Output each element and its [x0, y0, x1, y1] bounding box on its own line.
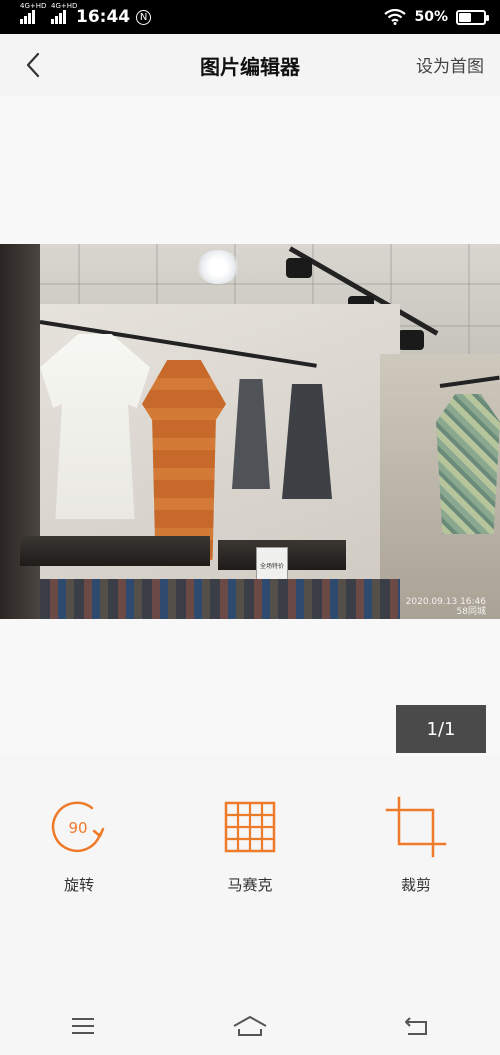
back-icon — [404, 1016, 427, 1035]
back-button[interactable] — [18, 50, 48, 80]
crop-label: 裁剪 — [400, 876, 431, 894]
signal-1-icon: 4G+HD — [20, 2, 46, 24]
photo-sale-sign: 全场特价 — [256, 547, 288, 583]
set-as-cover-button[interactable]: 设为首图 — [416, 52, 484, 77]
status-left: 4G+HD 4G+HD 16:44 N — [20, 2, 152, 27]
page-title: 图片编辑器 — [200, 54, 300, 79]
crop-button[interactable]: 裁剪 — [356, 796, 476, 895]
battery-level — [459, 12, 471, 22]
rotate-icon: 90 — [48, 796, 110, 858]
signal-2-icon: 4G+HD — [51, 2, 77, 24]
photo-spotlight — [398, 330, 424, 350]
wifi-icon — [384, 9, 407, 25]
nav-home-button[interactable] — [220, 1006, 280, 1046]
chevron-left-icon — [26, 52, 40, 78]
clock: 16:44 — [76, 7, 131, 27]
photo-timestamp: 2020.09.13 16:46 — [405, 597, 486, 607]
nav-menu-button[interactable] — [53, 1006, 113, 1046]
rotate-button[interactable]: 90 旋转 — [19, 796, 139, 895]
menu-icon — [72, 1017, 95, 1034]
mosaic-button[interactable]: 马赛克 — [190, 796, 310, 895]
battery-icon — [456, 9, 489, 25]
status-right: 50% — [384, 9, 489, 25]
system-nav-bar — [0, 996, 500, 1055]
photo-ceiling-light — [196, 250, 240, 284]
photo-spotlight — [286, 258, 312, 278]
battery-percent: 50% — [414, 9, 448, 25]
mosaic-grid-icon — [219, 796, 281, 858]
photo-floral-dress — [436, 394, 500, 534]
crop-icon — [385, 796, 447, 858]
photo-image[interactable]: 全场特价 2020.09.13 16:46 58同城 — [0, 244, 500, 619]
photo-shelf — [20, 536, 210, 566]
rotate-label: 旋转 — [63, 876, 94, 894]
mosaic-label: 马赛克 — [227, 876, 273, 894]
nav-back-button[interactable] — [387, 1006, 447, 1046]
network-2-label: 4G+HD — [51, 2, 78, 10]
home-icon — [233, 1015, 267, 1036]
page-indicator: 1/1 — [396, 705, 486, 753]
photo-timestamp-stamp: 2020.09.13 16:46 58同城 — [406, 597, 486, 617]
photo-brand: 58同城 — [456, 607, 486, 617]
photo-hanging-clothes — [40, 579, 400, 619]
edit-toolbar: 90 旋转 马赛克 裁剪 — [0, 756, 500, 996]
nfc-icon: N — [136, 9, 152, 25]
app-bar: 图片编辑器 设为首图 — [0, 34, 500, 96]
network-1-label: 4G+HD — [20, 2, 47, 10]
rotate-angle-text: 90 — [68, 819, 87, 837]
status-bar: 4G+HD 4G+HD 16:44 N 50% — [0, 0, 500, 34]
